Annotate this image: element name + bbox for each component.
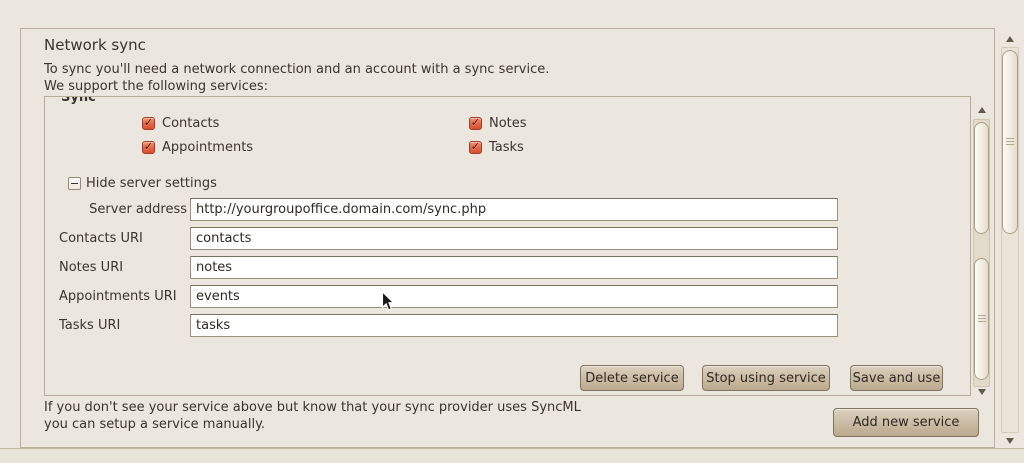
- scroll-down-icon[interactable]: [978, 389, 986, 395]
- scroll-up-icon[interactable]: [1006, 36, 1014, 42]
- inner-scrollbar[interactable]: [972, 101, 991, 399]
- notes-uri-input[interactable]: [190, 256, 838, 279]
- scroll-down-icon[interactable]: [1006, 438, 1014, 444]
- page-title: Network sync: [44, 36, 146, 54]
- appointments-uri-input[interactable]: [190, 285, 838, 308]
- check-icon: ✓: [144, 117, 153, 128]
- contacts-uri-label: Contacts URI: [59, 231, 187, 246]
- delete-service-button[interactable]: Delete service: [580, 365, 684, 391]
- stop-using-service-button[interactable]: Stop using service: [702, 365, 830, 391]
- minus-icon: [71, 183, 78, 184]
- notes-uri-label: Notes URI: [59, 260, 187, 275]
- checkbox-row-contacts: ✓ Contacts: [142, 115, 219, 131]
- collapse-expander-button[interactable]: [68, 177, 81, 190]
- tasks-uri-input[interactable]: [190, 314, 838, 337]
- tasks-checkbox[interactable]: ✓: [469, 141, 482, 154]
- intro-text-line2: We support the following services:: [44, 79, 268, 94]
- notes-checkbox-label: Notes: [489, 116, 527, 131]
- add-new-service-button[interactable]: Add new service: [833, 408, 979, 437]
- contacts-checkbox[interactable]: ✓: [142, 117, 155, 130]
- save-and-use-button[interactable]: Save and use: [850, 365, 943, 391]
- mouse-cursor-icon: [381, 291, 395, 313]
- check-icon: ✓: [471, 117, 480, 128]
- window-scrollbar[interactable]: [1000, 32, 1020, 446]
- appointments-uri-label: Appointments URI: [59, 289, 187, 304]
- server-address-label: Server address: [59, 202, 187, 217]
- tasks-uri-label: Tasks URI: [59, 318, 187, 333]
- contacts-uri-input[interactable]: [190, 227, 838, 250]
- grip-icon: [1006, 138, 1014, 146]
- server-address-input[interactable]: [190, 198, 838, 221]
- check-icon: ✓: [471, 141, 480, 152]
- sync-group-label: Sync: [61, 96, 96, 105]
- checkbox-row-notes: ✓ Notes: [469, 115, 527, 131]
- grip-icon: [978, 315, 986, 323]
- footer-text-line2: you can setup a service manually.: [44, 417, 265, 432]
- footer-text-line1: If you don't see your service above but …: [44, 400, 581, 415]
- expander-label: Hide server settings: [86, 176, 217, 191]
- appointments-checkbox[interactable]: ✓: [142, 141, 155, 154]
- inner-scrollbar-segment[interactable]: [974, 122, 989, 234]
- appointments-checkbox-label: Appointments: [162, 140, 253, 155]
- check-icon: ✓: [144, 141, 153, 152]
- checkbox-row-tasks: ✓ Tasks: [469, 139, 524, 155]
- checkbox-row-appointments: ✓ Appointments: [142, 139, 253, 155]
- contacts-checkbox-label: Contacts: [162, 116, 219, 131]
- inner-scrollbar-thumb[interactable]: [974, 258, 989, 380]
- intro-text-line1: To sync you'll need a network connection…: [44, 62, 549, 77]
- tasks-checkbox-label: Tasks: [489, 140, 524, 155]
- service-settings-viewport: Sync ✓ Contacts ✓ Appointments ✓ Notes ✓…: [44, 96, 971, 396]
- bottom-strip: [0, 449, 1024, 463]
- network-sync-panel: Network sync To sync you'll need a netwo…: [20, 28, 995, 448]
- inner-scrollbar-trough[interactable]: [973, 119, 990, 387]
- server-settings-expander[interactable]: Hide server settings: [68, 176, 217, 191]
- window-scrollbar-trough[interactable]: [1001, 47, 1019, 433]
- window-scrollbar-thumb[interactable]: [1002, 50, 1018, 234]
- notes-checkbox[interactable]: ✓: [469, 117, 482, 130]
- scroll-up-icon[interactable]: [978, 107, 986, 113]
